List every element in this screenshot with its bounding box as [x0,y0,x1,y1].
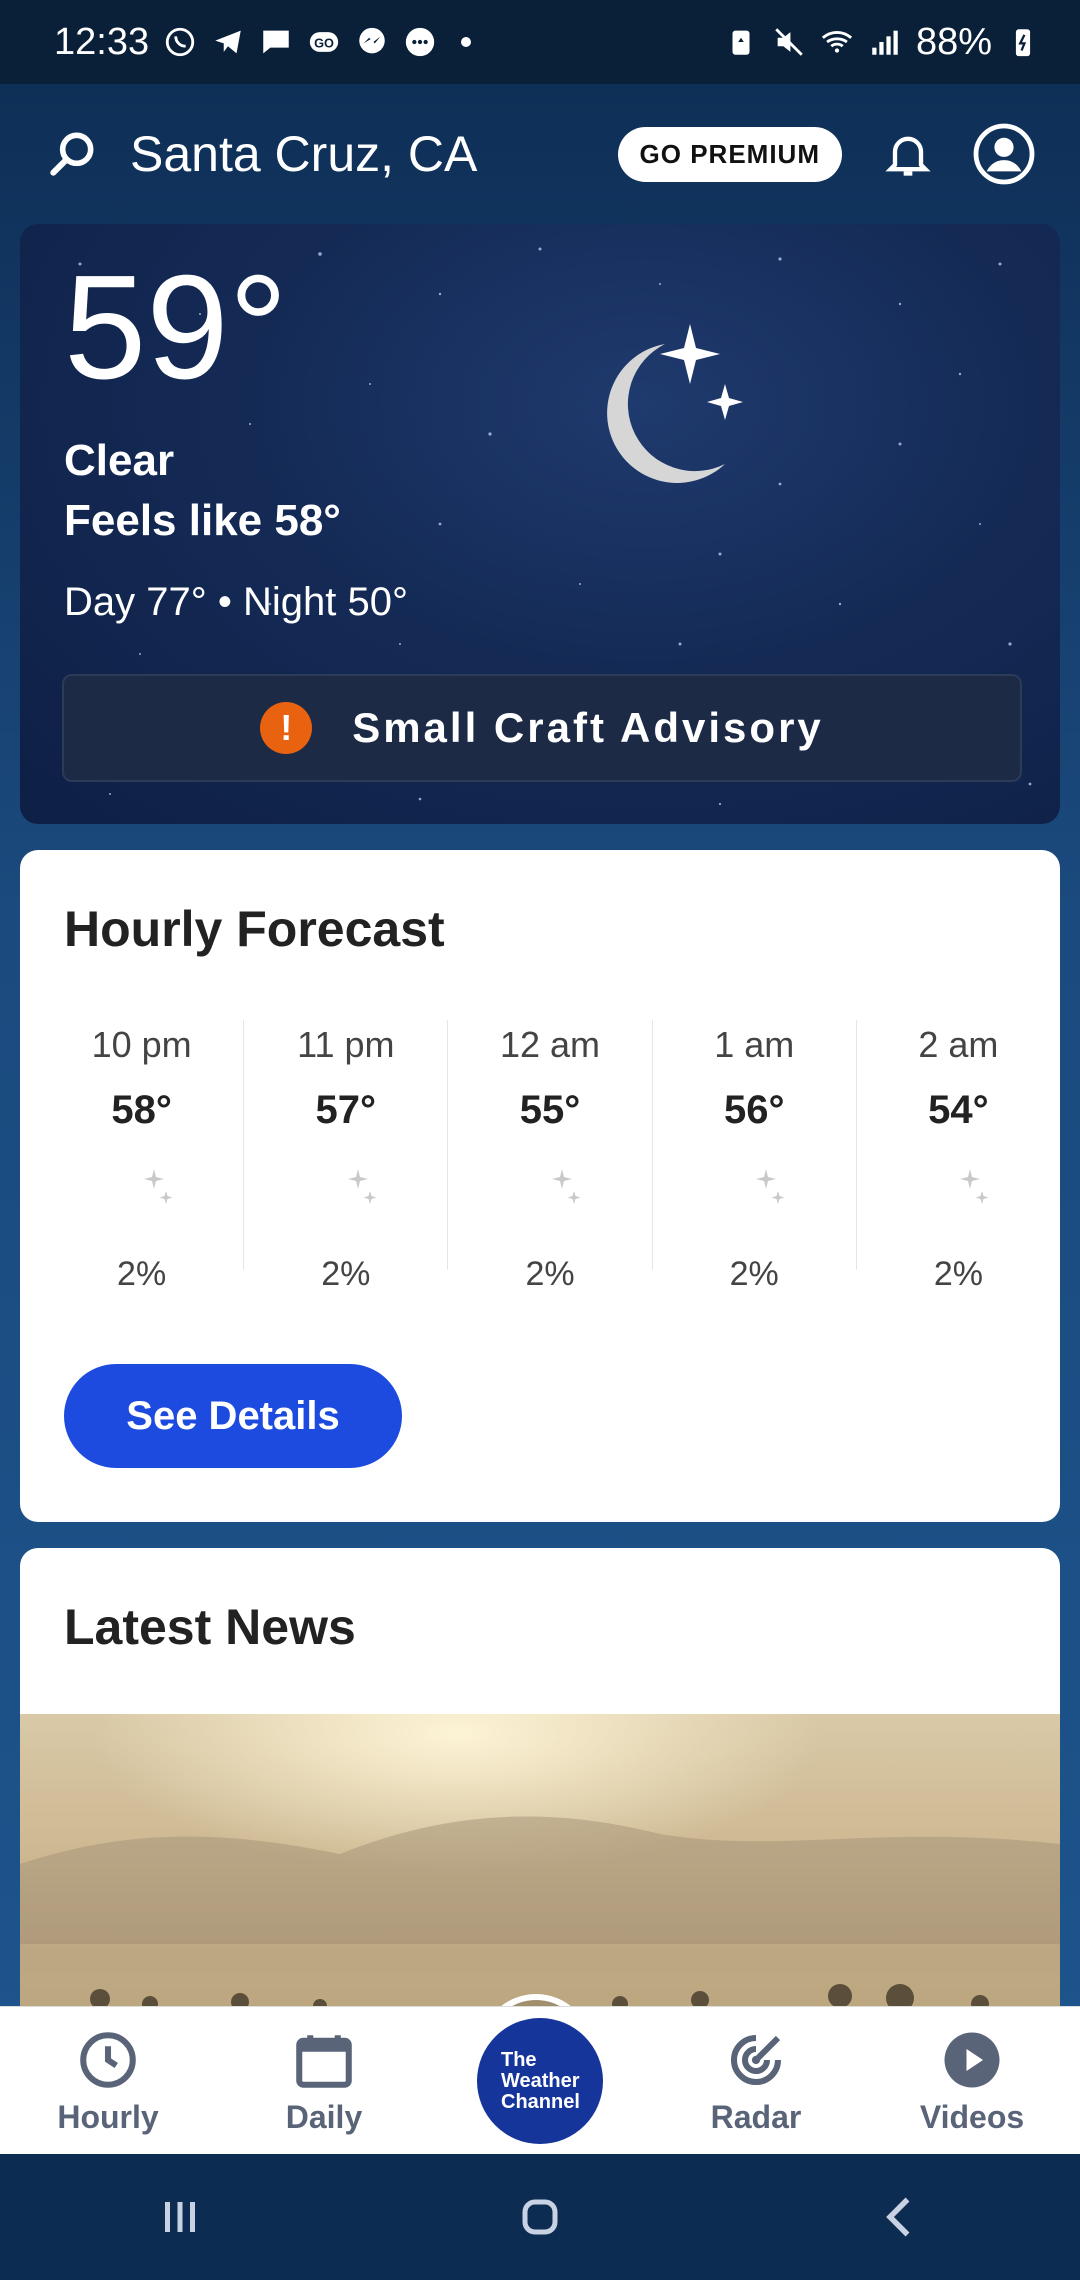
tab-label: Daily [285,2098,363,2135]
play-circle-icon [944,2032,1000,2087]
tab-label: Radar [710,2098,802,2135]
latest-news-title: Latest News [64,1599,356,1655]
go-icon: GO [309,32,339,52]
mute-icon [775,28,803,56]
hour-temp: 56° [723,1088,785,1132]
hour-time: 11 pm [297,1024,395,1065]
hourly-list[interactable]: 10 pm 58° 2% 11 pm 57° 2% 12 am 55° 2% 1… [40,1020,1060,1293]
current-conditions-card[interactable]: 59° Clear Feels like 58° Day 77° • Night… [20,224,1060,824]
tab-label: Videos [919,2098,1025,2135]
logo-line: Weather [501,2069,580,2092]
tab-daily[interactable]: Daily [224,2027,424,2136]
hour-item[interactable]: 10 pm 58° 2% [40,1020,243,1293]
hour-time: 2 am [918,1024,999,1065]
bottom-tab-bar: Hourly Daily The Weather Channel Radar V… [0,2006,1080,2155]
current-temperature: 59° [64,245,288,410]
current-condition: Clear [64,436,175,485]
tab-label: Hourly [57,2098,159,2135]
logo-line: Channel [501,2090,580,2113]
location-title[interactable]: Santa Cruz, CA [130,125,618,183]
recent-apps-icon[interactable] [150,2187,210,2247]
message-icon [405,27,435,57]
battery-saver-icon [732,30,750,55]
signal-icon [872,30,898,55]
see-details-button[interactable]: See Details [64,1364,402,1468]
telegram-icon [215,30,241,54]
radar-icon [730,2034,782,2085]
hour-precip: 2% [321,1255,371,1293]
moon-icon [329,1169,377,1220]
weather-channel-logo: The Weather Channel [477,2018,603,2144]
hour-temp: 57° [315,1088,377,1132]
hour-item[interactable]: 2 am 54° 2% [855,1020,1060,1293]
hour-precip: 2% [525,1255,575,1293]
clear-night-moon-icon [607,324,743,483]
whatsapp-icon [165,27,195,57]
battery-icon [1015,29,1031,57]
hour-item[interactable]: 1 am 56° 2% [651,1020,856,1293]
app-header: Santa Cruz, CA GO PREMIUM [0,84,1080,224]
clock: 12:33 [54,20,150,63]
svg-text:GO: GO [314,36,334,51]
hour-time: 12 am [499,1024,601,1065]
hour-item[interactable]: 12 am 55° 2% [447,1020,651,1293]
logo-line: The [501,2048,537,2071]
hourly-forecast-card: Hourly Forecast 10 pm 58° 2% 11 pm 57° 2… [20,850,1060,1522]
search-icon[interactable] [44,126,100,182]
hour-temp: 58° [111,1088,172,1132]
status-bar: 12:33 GO 88% [0,0,1080,84]
hour-temp: 55° [519,1088,581,1132]
bell-icon[interactable] [882,126,934,182]
go-premium-button[interactable]: GO PREMIUM [617,126,842,182]
clock-icon [80,2031,136,2088]
profile-icon[interactable] [972,122,1036,186]
moon-icon [125,1169,173,1220]
tab-radar[interactable]: Radar [656,2027,856,2136]
advisory-banner[interactable]: ! Small Craft Advisory [62,674,1022,782]
day-night-temps: Day 77° • Night 50° [64,580,408,624]
messenger-icon [359,27,385,54]
calendar-icon [296,2034,352,2088]
feels-like: Feels like 58° [64,496,341,545]
advisory-text: Small Craft Advisory [352,704,824,751]
hour-precip: 2% [729,1255,779,1293]
status-right: 88% [724,21,1040,64]
tab-videos[interactable]: Videos [872,2027,1072,2136]
system-nav-bar [0,2154,1080,2280]
hour-temp: 54° [928,1088,989,1132]
status-left: 12:33 GO [54,20,472,64]
hourly-forecast-title: Hourly Forecast [64,901,445,957]
chat-icon [263,30,289,54]
wifi-icon [821,31,853,53]
alert-icon: ! [260,702,313,754]
battery-percent: 88% [915,20,992,63]
tab-home[interactable]: The Weather Channel [440,2018,640,2144]
hour-precip: 2% [117,1255,167,1293]
hour-precip: 2% [933,1255,983,1293]
moon-icon [737,1169,785,1220]
tab-hourly[interactable]: Hourly [8,2027,208,2136]
back-icon[interactable] [870,2187,930,2247]
hour-time: 1 am [714,1024,795,1065]
notification-dot [461,37,472,47]
hour-item[interactable]: 11 pm 57° 2% [243,1020,447,1293]
home-icon[interactable] [510,2187,570,2247]
hour-time: 10 pm [91,1024,192,1065]
moon-icon [533,1169,581,1220]
moon-icon [942,1169,989,1220]
